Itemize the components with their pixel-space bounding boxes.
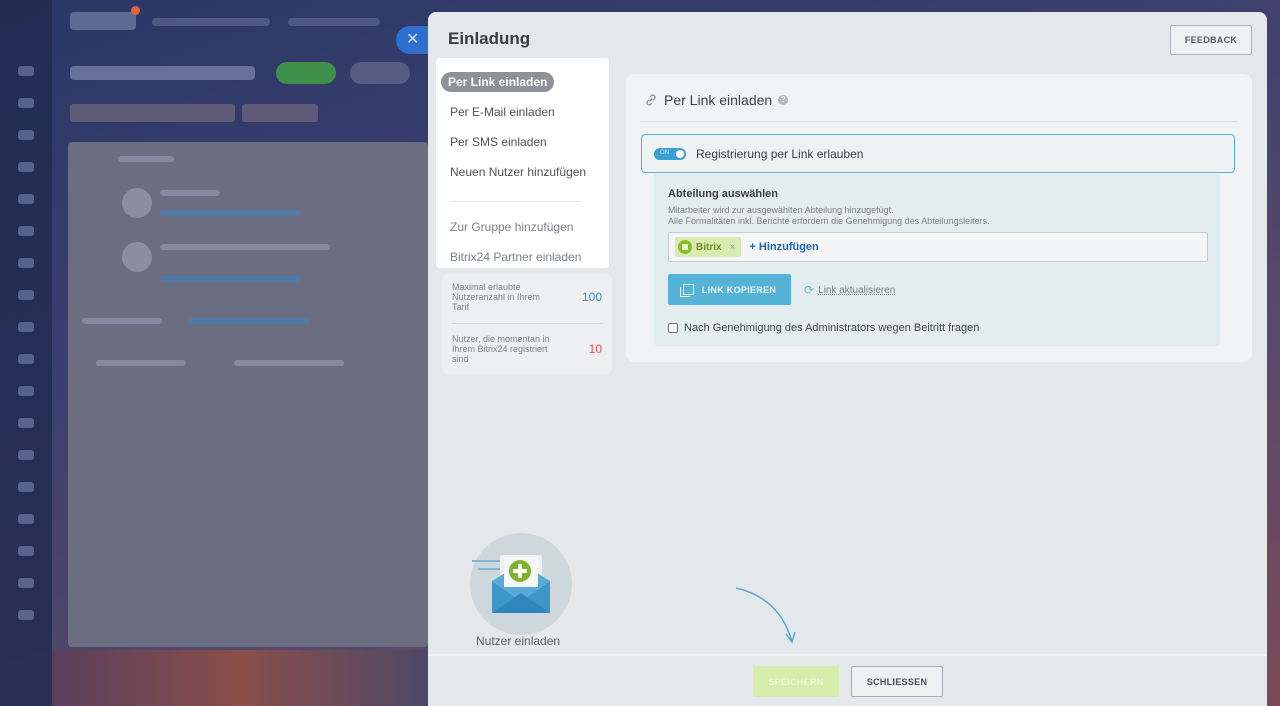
card-header: Per Link einladen ? [644,92,789,108]
card-title: Per Link einladen [664,92,773,108]
copy-icon [679,284,694,297]
feedback-button[interactable]: FEEDBACK [1170,25,1252,55]
admin-approval-checkbox[interactable] [668,323,678,333]
department-description: Mitarbeiter wird zur ausgewählten Abteil… [668,205,990,227]
background-topbar [288,18,380,26]
sidebar-icon [18,514,34,524]
sidebar-icon [18,578,34,588]
admin-approval-label: Nach Genehmigung des Administrators wege… [684,322,980,334]
department-desc-line: Alle Formalitäten inkl. Berichte erforde… [668,216,990,226]
link-registration-toggle[interactable]: ON [654,147,686,160]
stat-registered-users: Nutzer, die momentan in Ihrem Bitrix24 r… [452,334,602,364]
sidebar-icon [18,450,34,460]
sidebar-icon [18,194,34,204]
user-stats-card: Maximal erlaubte Nutzeranzahl in Ihrem T… [442,274,612,374]
menu-item-partner-invite[interactable]: Bitrix24 Partner einladen [450,250,581,264]
illustration-caption: Nutzer einladen [476,634,561,648]
background-logo [70,6,140,30]
sidebar-icon [18,66,34,76]
sidebar-icon [18,386,34,396]
toggle-state: ON [660,149,669,156]
sidebar-icon [18,418,34,428]
background-card [68,142,428,647]
divider [452,323,602,324]
help-icon[interactable]: ? [778,95,789,105]
invite-envelope-illustration [470,533,572,635]
background-button [276,62,336,84]
department-chip-label: Bitrix [696,241,722,253]
toggle-label: Registrierung per Link erlauben [696,146,864,161]
background-button [350,62,410,84]
divider [640,121,1238,122]
refresh-icon: ⟳ [804,283,815,297]
stat-label: Nutzer, die momentan in Ihrem Bitrix24 r… [452,334,550,364]
close-button[interactable]: SCHLIESSEN [851,666,943,697]
menu-item-email-invite[interactable]: Per E-Mail einladen [450,105,555,119]
stat-value: 100 [581,290,602,304]
background-title [70,66,255,80]
copy-link-label: LINK KOPIEREN [701,284,777,295]
menu-item-sms-invite[interactable]: Per SMS einladen [450,135,547,149]
sidebar-icon [18,546,34,556]
sidebar-icon [18,226,34,236]
background-sidebar [0,0,52,706]
invite-by-link-card: Per Link einladen ? ON Registrierung per… [626,74,1252,362]
refresh-link[interactable]: ⟳ Link aktualisieren [804,283,895,297]
menu-item-add-user[interactable]: Neuen Nutzer hinzufügen [450,165,586,179]
stat-max-users: Maximal erlaubte Nutzeranzahl in Ihrem T… [452,282,602,312]
sidebar-icon [18,290,34,300]
sidebar-icon [18,354,34,364]
link-registration-toggle-row: ON Registrierung per Link erlauben [641,134,1235,173]
page-title: Einladung [448,29,531,48]
add-department-link[interactable]: + Hinzufügen [749,241,818,253]
sidebar-icon [18,610,34,620]
sidebar-icon [18,162,34,172]
menu-item-add-to-group[interactable]: Zur Gruppe hinzufügen [450,220,573,234]
envelope-icon [472,555,550,613]
sidebar-icon [18,258,34,268]
background-filter [242,104,318,122]
stat-label: Maximal erlaubte Nutzeranzahl in Ihrem T… [452,282,541,312]
panel-footer: SPEICHERN SCHLIESSEN [428,654,1267,706]
admin-approval-option: Nach Genehmigung des Administrators wege… [668,322,979,334]
sidebar-icon [18,482,34,492]
divider [450,201,581,202]
sidebar-icon [18,98,34,108]
menu-item-link-invite[interactable]: Per Link einladen [441,72,555,92]
department-chip: Bitrix × [675,237,742,257]
background-topbar [152,18,270,26]
department-desc-line: Mitarbeiter wird zur ausgewählten Abteil… [668,205,894,215]
sidebar-icon [18,322,34,332]
copy-link-button[interactable]: LINK KOPIEREN [668,274,791,305]
sidebar-icon [18,130,34,140]
save-button[interactable]: SPEICHERN [753,666,839,697]
department-title: Abteilung auswählen [668,188,779,200]
background-filter [70,104,235,122]
stat-value: 10 [588,342,602,356]
remove-chip-icon[interactable]: × [730,242,736,253]
link-icon [646,94,656,106]
close-icon: ✕ [406,31,420,48]
toggle-knob [676,149,684,158]
refresh-link-label: Link aktualisieren [818,284,896,296]
curved-arrow-icon [735,587,796,644]
department-section: Abteilung auswählen Mitarbeiter wird zur… [654,174,1220,346]
department-icon [678,240,692,254]
background-bottom [52,650,428,706]
department-selector[interactable]: Bitrix × + Hinzufügen [668,232,1208,262]
invite-method-menu: Per Link einladen Per E-Mail einladen Pe… [436,58,609,268]
